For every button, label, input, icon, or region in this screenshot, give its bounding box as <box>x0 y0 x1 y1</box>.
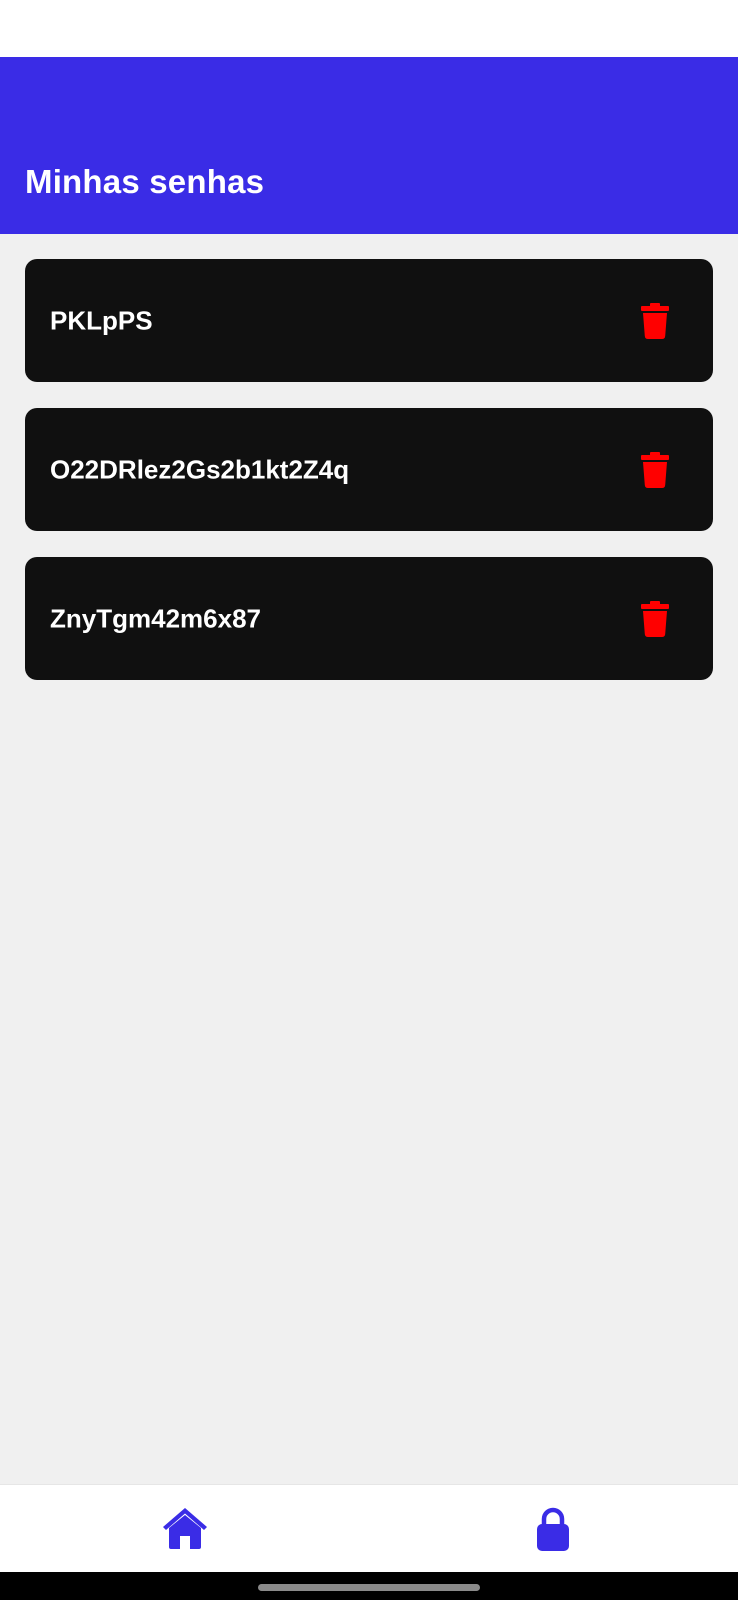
bottom-navigation <box>0 1484 738 1572</box>
status-bar <box>0 0 738 57</box>
home-tab[interactable] <box>162 1507 208 1549</box>
password-item[interactable]: PKLpPS <box>25 259 713 382</box>
password-text: O22DRlez2Gs2b1kt2Z4q <box>50 454 350 484</box>
password-item[interactable]: ZnyTgm42m6x87 <box>25 557 713 680</box>
password-text: PKLpPS <box>50 305 153 335</box>
trash-icon <box>641 600 669 637</box>
system-navigation-bar <box>0 1572 738 1600</box>
trash-icon <box>641 302 669 339</box>
password-item[interactable]: O22DRlez2Gs2b1kt2Z4q <box>25 408 713 531</box>
home-icon <box>163 1508 207 1549</box>
page-title: Minhas senhas <box>25 163 265 200</box>
delete-button[interactable] <box>641 302 669 339</box>
passwords-tab[interactable] <box>536 1507 570 1551</box>
delete-button[interactable] <box>641 451 669 488</box>
password-text: ZnyTgm42m6x87 <box>50 603 261 633</box>
app-header: Minhas senhas <box>0 57 738 234</box>
lock-icon <box>537 1507 569 1551</box>
trash-icon <box>641 451 669 488</box>
home-gesture-handle[interactable] <box>258 1584 480 1591</box>
delete-button[interactable] <box>641 600 669 637</box>
password-list: PKLpPS O22DRlez2Gs2b1kt2Z4q ZnyTgm42m6x8… <box>25 259 713 706</box>
